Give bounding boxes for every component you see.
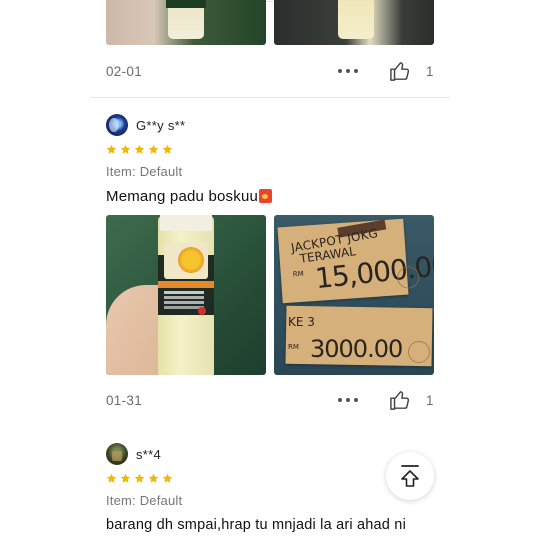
like-count: 1 xyxy=(426,64,434,79)
thumbs-up-icon[interactable] xyxy=(389,390,411,410)
star-rating xyxy=(106,144,173,158)
review-photo[interactable] xyxy=(274,0,434,45)
sign-text: KE 3 xyxy=(288,315,315,329)
avatar[interactable] xyxy=(106,114,128,136)
reviewer-name: s**4 xyxy=(136,446,162,462)
review-photo[interactable] xyxy=(106,215,266,375)
review-divider xyxy=(90,97,450,98)
item-variant: Item: Default xyxy=(106,164,183,179)
jackpot-sign: JACKPOT JOKG TERAWAL RM 15,000.00 xyxy=(277,218,434,304)
arrow-up-to-top-icon xyxy=(401,465,419,487)
star-icon xyxy=(120,473,131,483)
red-packet-emoji-icon xyxy=(259,189,273,203)
reviews-page: 02-01 1 G**y s** Item: Default Memang pa… xyxy=(0,0,539,539)
previous-review-photos xyxy=(106,0,436,46)
star-icon xyxy=(148,144,159,154)
star-icon xyxy=(106,144,117,154)
reviewer-name: G**y s** xyxy=(136,117,186,133)
star-icon xyxy=(120,144,131,154)
sign-amount: 3000.00 xyxy=(310,335,403,363)
like-count: 1 xyxy=(426,393,434,408)
reviewer-header: s**4 xyxy=(106,442,161,466)
review-comment-text: Memang padu boskuu xyxy=(106,188,259,205)
review-comment: Memang padu boskuu xyxy=(106,188,273,205)
review-meta: 01-31 1 xyxy=(106,390,436,412)
review-comment-text: barang dh smpai,hrap tu mnjadi la ari ah… xyxy=(106,517,406,533)
more-horizontal-icon[interactable] xyxy=(338,65,358,77)
star-icon xyxy=(148,473,159,483)
star-icon xyxy=(162,473,173,483)
star-icon xyxy=(134,144,145,154)
review-photo[interactable]: JACKPOT JOKG TERAWAL RM 15,000.00 KE 3 R… xyxy=(274,215,434,375)
item-variant: Item: Default xyxy=(106,493,183,508)
star-icon xyxy=(106,473,117,483)
more-horizontal-icon[interactable] xyxy=(338,394,358,406)
star-rating xyxy=(106,473,173,487)
star-icon xyxy=(134,473,145,483)
sign-text: RM xyxy=(288,343,299,351)
star-icon xyxy=(162,144,173,154)
thumbs-up-icon[interactable] xyxy=(389,61,411,81)
previous-review-meta: 02-01 1 xyxy=(106,61,436,83)
review-photo[interactable] xyxy=(106,0,266,45)
sign-text: RM xyxy=(292,269,304,279)
reviewer-header: G**y s** xyxy=(106,113,185,137)
review-date: 01-31 xyxy=(106,393,143,408)
avatar[interactable] xyxy=(106,443,128,465)
back-to-top-button[interactable] xyxy=(386,452,434,500)
review-date: 02-01 xyxy=(106,64,143,79)
